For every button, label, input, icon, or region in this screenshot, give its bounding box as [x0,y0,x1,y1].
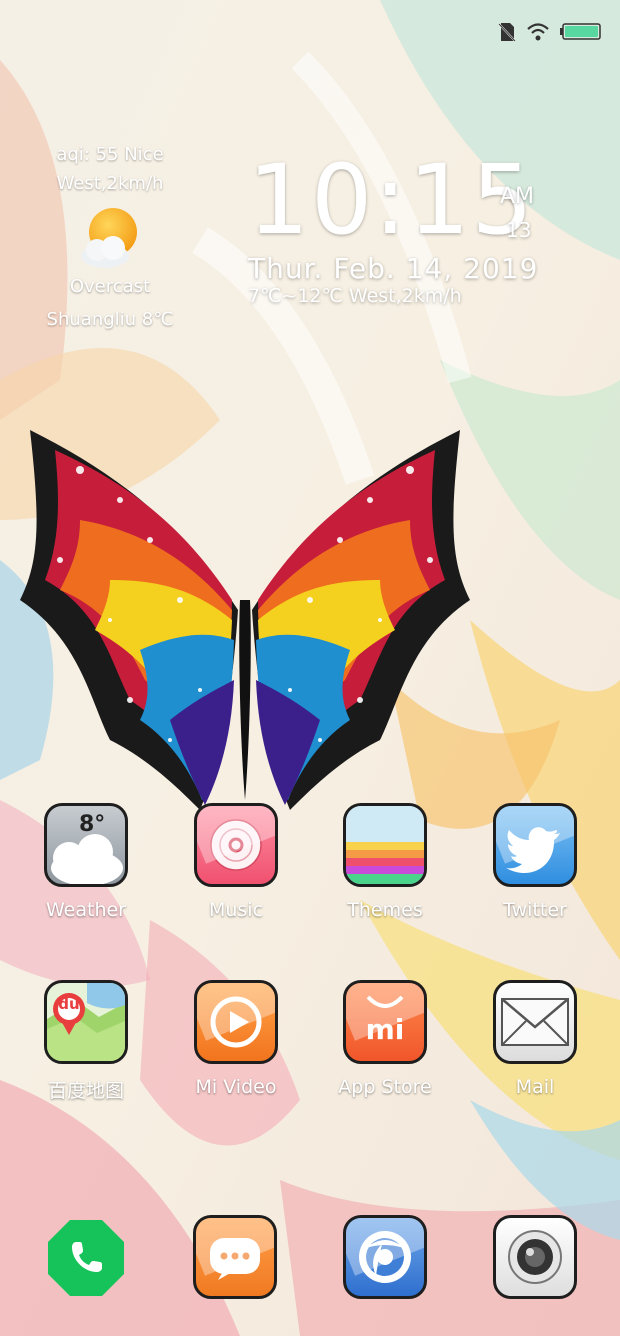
weather-icon: 8° [44,803,128,887]
battery-icon [560,23,602,41]
app-label: Themes [347,899,423,921]
dock-camera[interactable] [460,1215,610,1299]
app-music[interactable]: Music [161,803,311,921]
status-bar [498,22,602,42]
browser-icon [343,1215,427,1299]
location-temp-text: Shuangliu 8℃ [46,309,174,330]
app-label: Music [208,899,264,921]
twitter-icon [493,803,577,887]
condition-text: Overcast [69,276,151,297]
baidu-map-icon: du [44,980,128,1064]
wind-text: West,2km/h [56,173,164,194]
dock-messages[interactable] [160,1215,310,1299]
app-label: 百度地图 [47,1080,124,1102]
clock-widget[interactable]: 10:15 AM 13 Thur. Feb. 14, 2019 7℃~12℃ W… [248,150,538,307]
clock-ampm: AM [500,184,535,209]
music-icon [194,803,278,887]
app-baidu-map[interactable]: du 百度地图 [11,980,161,1103]
app-mi-video[interactable]: Mi Video [161,980,311,1098]
weather-temp-badge: 8° [79,812,106,837]
app-label: Weather [46,899,126,921]
phone-icon [48,1220,124,1296]
no-sim-icon [498,22,516,42]
app-label: Mail [515,1076,555,1098]
partly-cloudy-icon [75,204,145,274]
clock-seconds: 13 [506,218,532,242]
clock-temp-line: 7℃~12℃ West,2km/h [248,285,462,307]
messages-icon [193,1215,277,1299]
mail-icon [493,980,577,1064]
camera-icon [493,1215,577,1299]
app-mail[interactable]: Mail [460,980,610,1098]
themes-icon [343,803,427,887]
app-store-icon: mi [343,980,427,1064]
app-themes[interactable]: Themes [310,803,460,921]
video-icon [194,980,278,1064]
app-weather[interactable]: 8° Weather [11,803,161,921]
clock-date: Thur. Feb. 14, 2019 [248,252,539,285]
wifi-icon [526,23,550,41]
clock-time: 10:15 [248,144,535,256]
app-label: Twitter [503,899,567,921]
app-label: Mi Video [195,1076,277,1098]
app-app-store[interactable]: mi App Store [310,980,460,1098]
app-twitter[interactable]: Twitter [460,803,610,921]
weather-widget[interactable]: aqi: 55 Nice West,2km/h Overcast Shuangl… [30,140,190,334]
app-label: App Store [338,1076,432,1098]
aqi-text: aqi: 55 Nice [56,144,164,165]
baidu-du-badge: du [58,995,80,1013]
dock-phone[interactable] [48,1220,124,1296]
dock-browser[interactable] [310,1215,460,1299]
